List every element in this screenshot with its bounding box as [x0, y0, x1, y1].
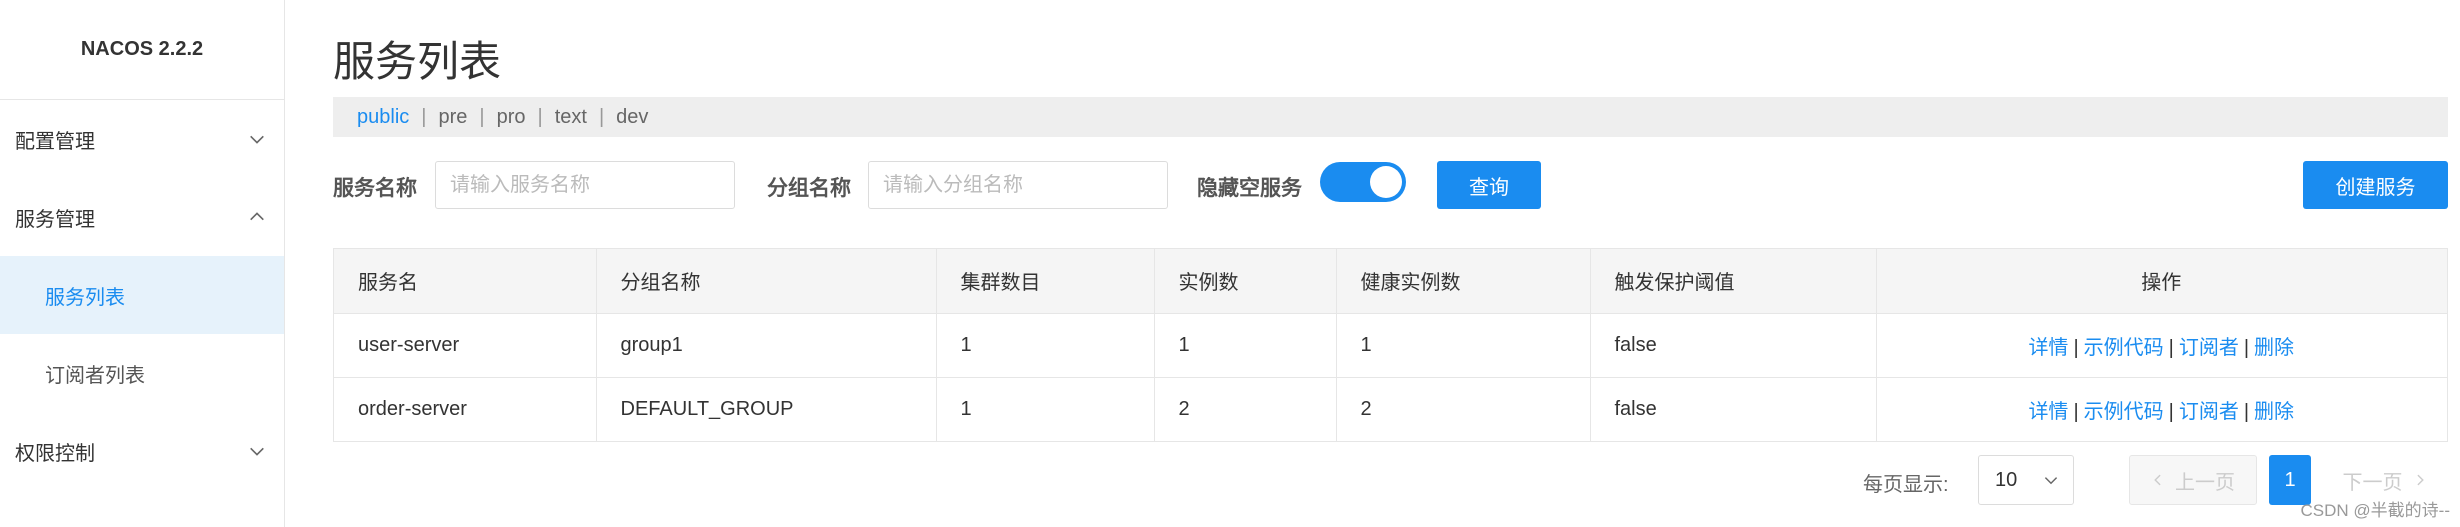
namespace-separator: | — [421, 105, 427, 128]
table-header-row: 服务名 分组名称 集群数目 实例数 健康实例数 触发保护阈值 操作 — [334, 249, 2447, 314]
delete-link[interactable]: 删除 — [2254, 337, 2294, 359]
sidebar-item-label: 权限控制 — [15, 442, 95, 465]
toggle-knob — [1370, 166, 1402, 198]
column-header-threshold: 触发保护阈值 — [1590, 249, 1877, 314]
page-size-value: 10 — [1995, 468, 2018, 491]
sidebar-item-subscriber-list[interactable]: 订阅者列表 — [0, 334, 284, 412]
delete-link[interactable]: 删除 — [2254, 401, 2294, 423]
cell-group-name: DEFAULT_GROUP — [596, 377, 937, 441]
cell-group-name: group1 — [596, 313, 937, 378]
sidebar-item-config-management[interactable]: 配置管理 — [0, 100, 284, 178]
action-separator: | — [2243, 400, 2250, 423]
sidebar-item-service-list[interactable]: 服务列表 — [0, 256, 284, 334]
filter-bar: 服务名称 分组名称 隐藏空服务 查询 创建服务 — [333, 161, 2448, 209]
create-service-button[interactable]: 创建服务 — [2303, 161, 2448, 209]
service-table: 服务名 分组名称 集群数目 实例数 健康实例数 触发保护阈值 操作 user-s… — [333, 248, 2448, 442]
action-separator: | — [2073, 400, 2079, 423]
chevron-down-icon — [2044, 477, 2058, 485]
page-title: 服务列表 — [333, 38, 502, 85]
sidebar: NACOS 2.2.2 配置管理 服务管理 服务列表 订阅者列表 权限控制 — [0, 0, 285, 527]
cell-instance-count: 2 — [1154, 377, 1337, 441]
cell-service-name: order-server — [334, 377, 597, 441]
action-separator: | — [2168, 400, 2174, 423]
column-header-service-name: 服务名 — [334, 249, 597, 314]
namespace-pro[interactable]: pro — [497, 106, 526, 129]
prev-page-label: 上一页 — [2175, 471, 2235, 494]
subscribers-link[interactable]: 订阅者 — [2179, 401, 2239, 423]
prev-page-button[interactable]: 上一页 — [2129, 455, 2257, 505]
namespace-separator: | — [598, 105, 605, 128]
column-header-healthy-count: 健康实例数 — [1336, 249, 1591, 314]
table-row: user-server group1 1 1 1 false 详情 | 示例代码 | 订… — [334, 313, 2447, 378]
action-separator: | — [2073, 336, 2079, 359]
action-separator: | — [2168, 336, 2174, 359]
query-button[interactable]: 查询 — [1437, 161, 1541, 209]
chevron-left-icon — [2154, 474, 2161, 486]
sidebar-item-label: 服务列表 — [45, 286, 125, 309]
service-name-input[interactable] — [435, 161, 735, 209]
watermark: CSDN @半截的诗-- — [2300, 501, 2450, 520]
chevron-down-icon — [250, 135, 264, 144]
chevron-up-icon — [250, 212, 264, 221]
sidebar-item-label: 服务管理 — [15, 208, 95, 231]
cell-cluster-count: 1 — [936, 313, 1155, 378]
column-header-cluster-count: 集群数目 — [936, 249, 1155, 314]
detail-link[interactable]: 详情 — [2028, 337, 2068, 359]
hide-empty-label: 隐藏空服务 — [1197, 177, 1302, 200]
service-name-label: 服务名称 — [333, 177, 417, 200]
namespace-public[interactable]: public — [357, 106, 409, 129]
brand-logo: NACOS 2.2.2 — [0, 0, 284, 100]
detail-link[interactable]: 详情 — [2028, 401, 2068, 423]
cell-threshold: false — [1590, 313, 1877, 378]
subscribers-link[interactable]: 订阅者 — [2179, 337, 2239, 359]
chevron-down-icon — [250, 447, 264, 456]
page-size-select[interactable]: 10 — [1978, 455, 2074, 505]
namespace-pre[interactable]: pre — [438, 106, 467, 129]
cell-actions: 详情 | 示例代码 | 订阅者 | 删除 — [1876, 313, 2447, 378]
pagination: 每页显示: 10 上一页 1 下一页 — [333, 455, 2448, 505]
cell-service-name: user-server — [334, 313, 597, 378]
main-content: 服务列表 public | pre | pro | text | dev 服务名… — [333, 0, 2448, 527]
chevron-right-icon — [2416, 474, 2424, 486]
column-header-instance-count: 实例数 — [1154, 249, 1337, 314]
cell-healthy-count: 2 — [1336, 377, 1591, 441]
action-separator: | — [2243, 336, 2250, 359]
sample-code-link[interactable]: 示例代码 — [2084, 401, 2164, 423]
hide-empty-toggle[interactable] — [1320, 162, 1406, 202]
cell-threshold: false — [1590, 377, 1877, 441]
sidebar-item-access-control[interactable]: 权限控制 — [0, 412, 284, 490]
group-name-label: 分组名称 — [767, 177, 851, 200]
group-name-input[interactable] — [868, 161, 1168, 209]
cell-cluster-count: 1 — [936, 377, 1155, 441]
column-header-actions: 操作 — [1876, 249, 2447, 314]
sample-code-link[interactable]: 示例代码 — [2084, 337, 2164, 359]
cell-healthy-count: 1 — [1336, 313, 1591, 378]
namespace-dev[interactable]: dev — [616, 106, 648, 129]
page-size-label: 每页显示: — [1863, 474, 1949, 496]
namespace-bar: public | pre | pro | text | dev — [333, 97, 2448, 137]
cell-instance-count: 1 — [1154, 313, 1337, 378]
cell-actions: 详情 | 示例代码 | 订阅者 | 删除 — [1876, 377, 2447, 441]
sidebar-item-label: 配置管理 — [15, 130, 95, 153]
namespace-text[interactable]: text — [555, 106, 587, 129]
namespace-separator: | — [479, 105, 485, 128]
next-page-label: 下一页 — [2342, 471, 2403, 494]
sidebar-item-label: 订阅者列表 — [45, 364, 145, 387]
column-header-group-name: 分组名称 — [596, 249, 937, 314]
namespace-separator: | — [537, 105, 543, 128]
sidebar-item-service-management[interactable]: 服务管理 — [0, 178, 284, 256]
table-row: order-server DEFAULT_GROUP 1 2 2 false 详… — [334, 377, 2447, 441]
